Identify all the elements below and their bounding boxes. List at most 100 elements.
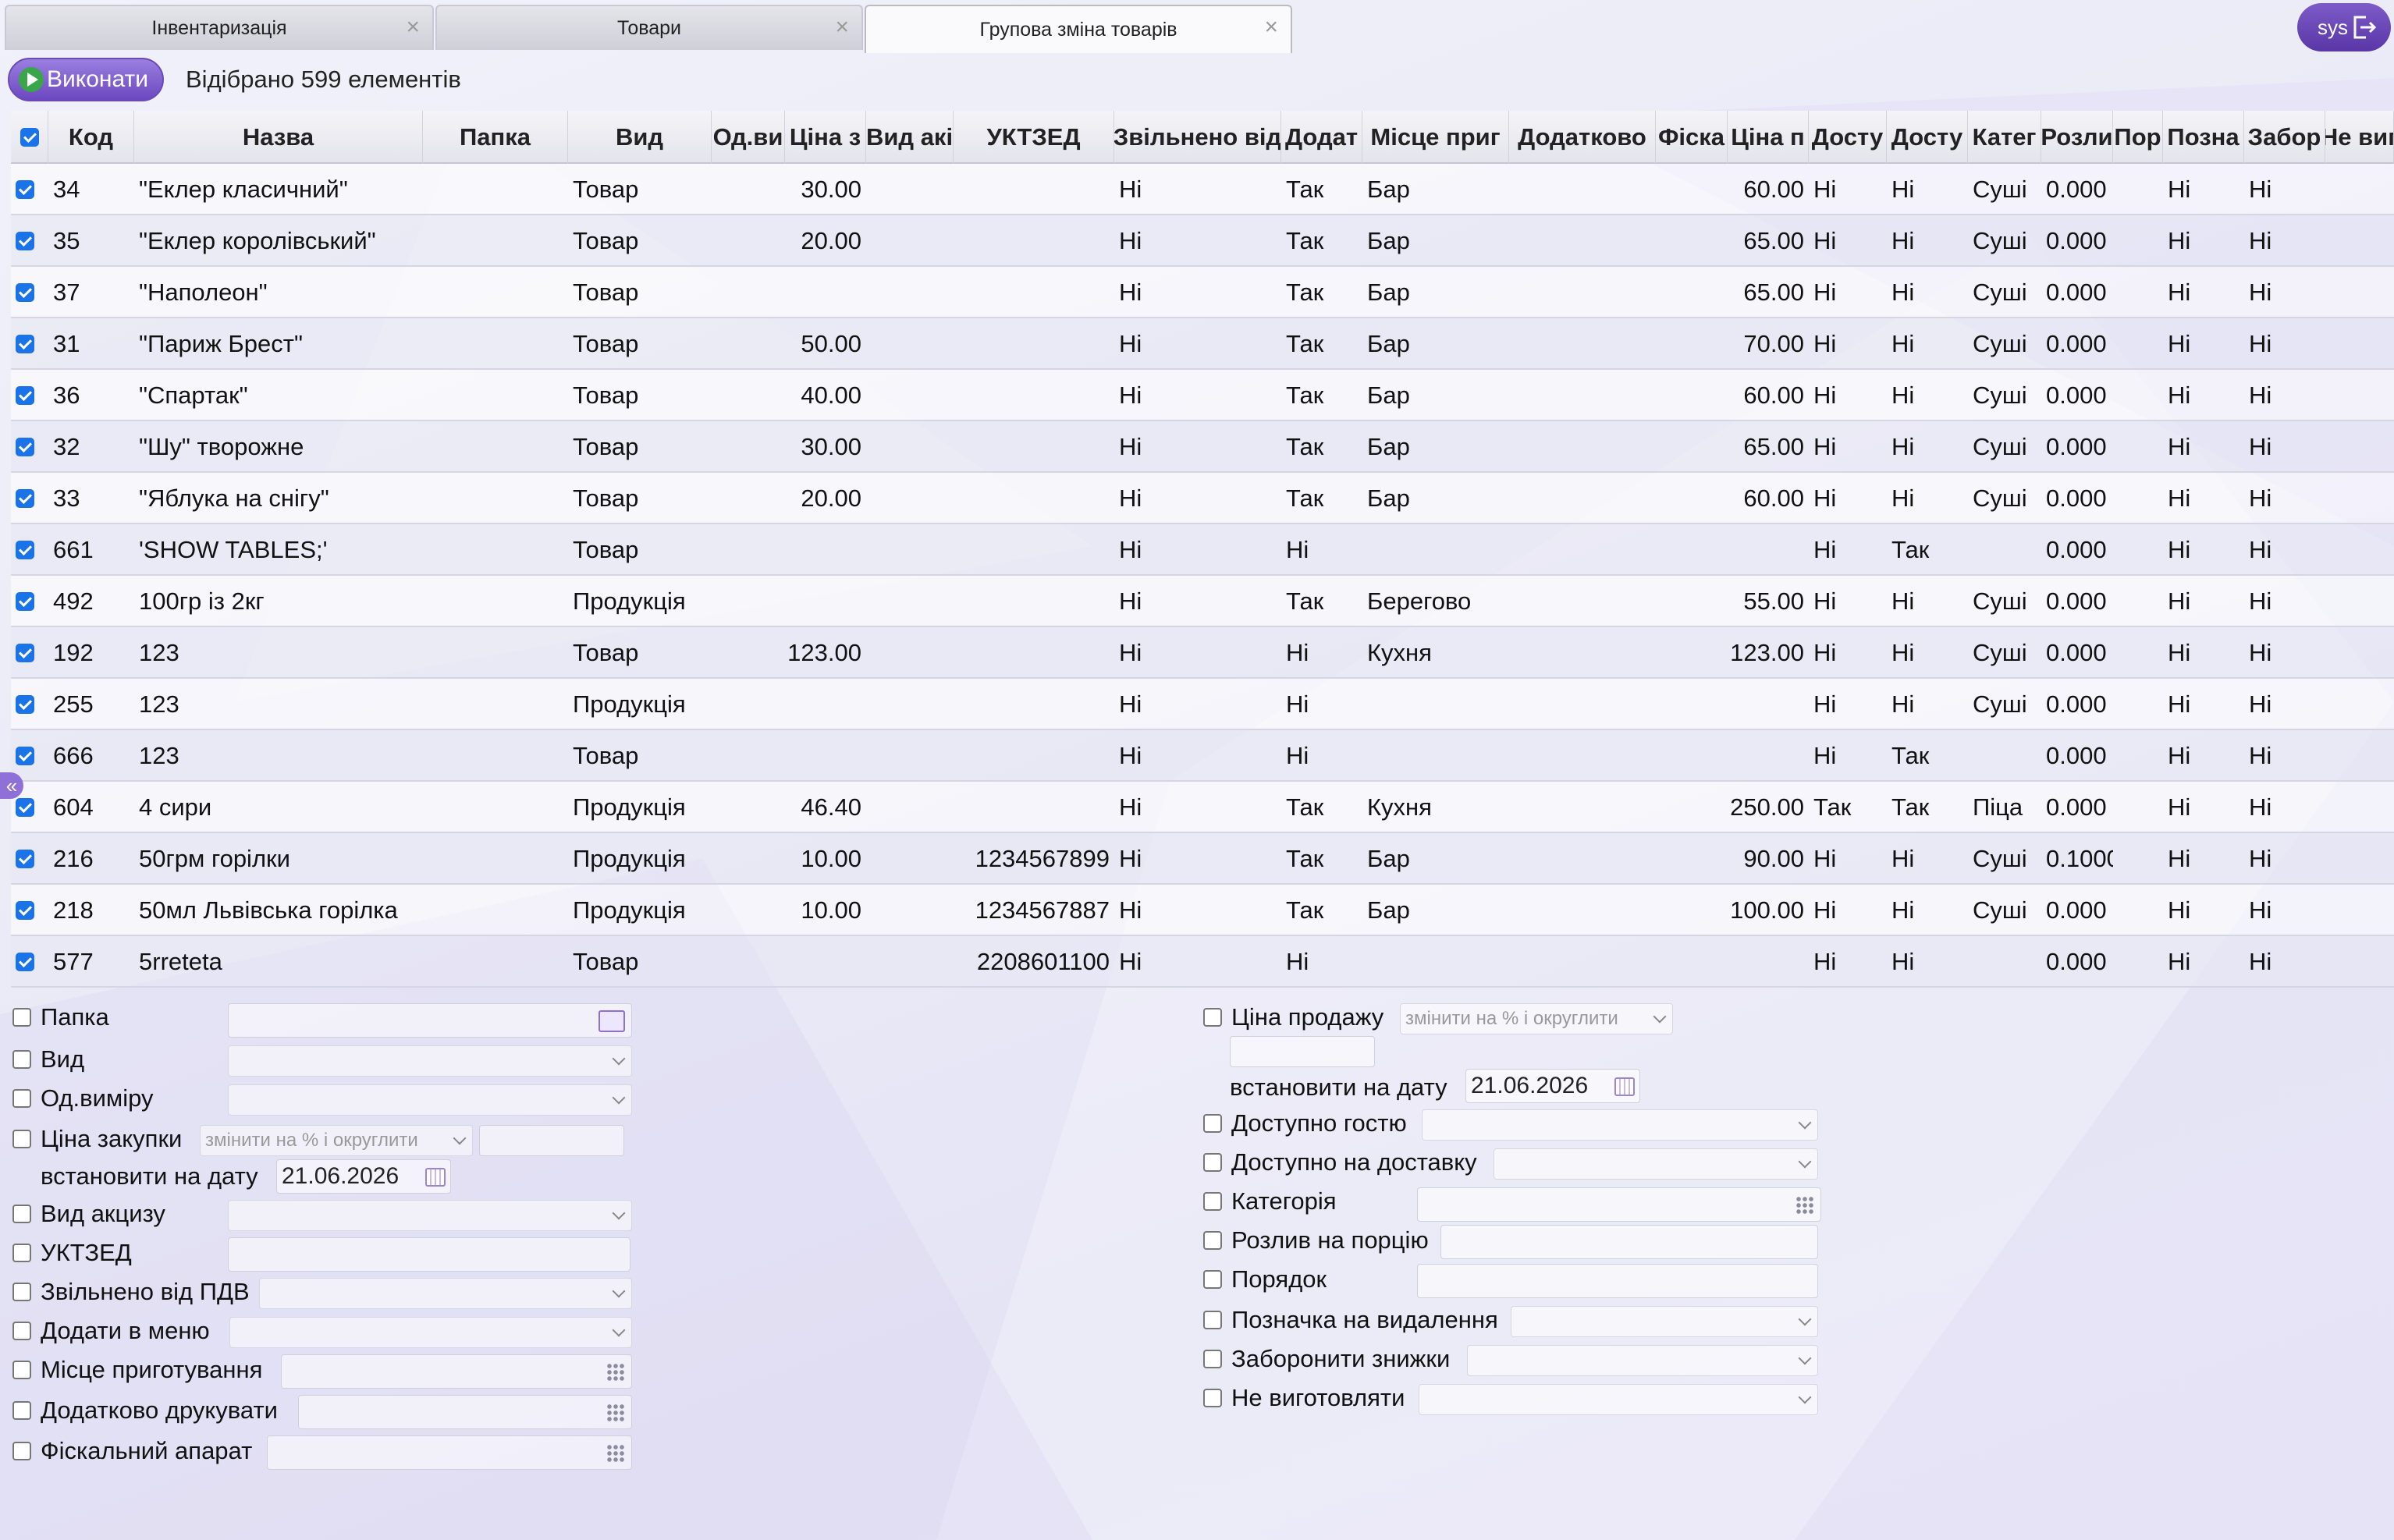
- delete-mark-label[interactable]: Позначка на видалення: [1203, 1303, 1498, 1337]
- no-discount-label[interactable]: Заборонити знижки: [1203, 1342, 1450, 1376]
- row-checkbox[interactable]: [11, 936, 48, 988]
- purchase-price-mode-select[interactable]: змінити на % і округлити: [200, 1125, 473, 1156]
- add-menu-label[interactable]: Додати в меню: [12, 1314, 210, 1348]
- folder-field-label[interactable]: Папка: [12, 1000, 109, 1034]
- checkbox-checked-icon[interactable]: [16, 592, 34, 611]
- column-header[interactable]: Катег: [1968, 111, 2041, 164]
- folder-input[interactable]: [228, 1003, 632, 1038]
- row-checkbox[interactable]: [11, 885, 48, 936]
- unit-select[interactable]: [228, 1084, 632, 1116]
- user-menu-button[interactable]: sys: [2297, 3, 2391, 51]
- checkbox[interactable]: [1203, 1270, 1222, 1289]
- checkbox-checked-icon[interactable]: [16, 335, 34, 353]
- excise-select[interactable]: [228, 1200, 632, 1231]
- checkbox-checked-icon[interactable]: [16, 644, 34, 662]
- table-row[interactable]: 577 5rreteta Товар 2208601100 Ні Ні Ні Ні 0.000 Н…: [11, 936, 2394, 988]
- column-header[interactable]: Пор: [2113, 111, 2163, 164]
- category-label[interactable]: Категорія: [1203, 1184, 1337, 1219]
- uktzed-label[interactable]: УКТЗЕД: [12, 1236, 132, 1270]
- column-header[interactable]: Назва: [134, 111, 423, 164]
- column-header[interactable]: Розли: [2041, 111, 2113, 164]
- checkbox-checked-icon[interactable]: [16, 283, 34, 302]
- column-header[interactable]: Вид: [568, 111, 712, 164]
- category-input[interactable]: [1417, 1187, 1821, 1222]
- checkbox[interactable]: [1203, 1114, 1222, 1133]
- fiscal-label[interactable]: Фіскальний апарат: [12, 1434, 252, 1468]
- tab-group-change[interactable]: Групова зміна товарів ×: [865, 5, 1292, 53]
- calendar-icon[interactable]: [1614, 1077, 1635, 1096]
- column-header[interactable]: Код: [48, 111, 134, 164]
- grid-select-icon[interactable]: [606, 1444, 625, 1463]
- column-header[interactable]: Місце приг: [1362, 111, 1509, 164]
- vat-exempt-label[interactable]: Звільнено від ПДВ: [12, 1275, 250, 1309]
- column-header[interactable]: Ціна з: [785, 111, 866, 164]
- table-row[interactable]: 216 50грм горілки Продукція 10.00 1234567899…: [11, 833, 2394, 885]
- table-row[interactable]: 32 "Шу" творожне Товар 30.00 Ні Так Бар 65.00 Ні…: [11, 421, 2394, 473]
- delete-mark-select[interactable]: [1511, 1306, 1818, 1337]
- checkbox[interactable]: [12, 1361, 31, 1379]
- checkbox-checked-icon[interactable]: [16, 180, 34, 199]
- column-header[interactable]: Вид акі: [866, 111, 954, 164]
- checkbox-checked-icon[interactable]: [16, 953, 34, 971]
- column-header[interactable]: УКТЗЕД: [954, 111, 1114, 164]
- column-header[interactable]: Фіска: [1656, 111, 1728, 164]
- calendar-icon[interactable]: [425, 1168, 446, 1187]
- cook-place-input[interactable]: [281, 1354, 632, 1389]
- fiscal-input[interactable]: [267, 1435, 632, 1470]
- checkbox[interactable]: [12, 1008, 31, 1027]
- column-header[interactable]: Папка: [423, 111, 568, 164]
- table-row[interactable]: 37 "Наполеон" Товар Ні Так Бар 65.00 Ні Ні Суші 0.…: [11, 267, 2394, 318]
- column-header[interactable]: Досту: [1887, 111, 1968, 164]
- checkbox[interactable]: [12, 1089, 31, 1108]
- checkbox-checked-icon[interactable]: [16, 798, 34, 817]
- checkbox[interactable]: [12, 1050, 31, 1069]
- purchase-price-input[interactable]: [479, 1125, 624, 1156]
- column-header[interactable]: Ціна п: [1728, 111, 1809, 164]
- checkbox-checked-icon[interactable]: [16, 695, 34, 714]
- sale-price-input[interactable]: [1230, 1036, 1375, 1067]
- close-icon[interactable]: ×: [1264, 16, 1278, 39]
- cook-place-label[interactable]: Місце приготування: [12, 1353, 262, 1387]
- unit-field-label[interactable]: Од.виміру: [12, 1081, 154, 1116]
- row-checkbox[interactable]: [11, 833, 48, 885]
- table-row[interactable]: 218 50мл Львівська горілка Продукція 10.00 1…: [11, 885, 2394, 936]
- table-row[interactable]: 36 "Спартак" Товар 40.00 Ні Так Бар 60.00 Ні Ні Су…: [11, 370, 2394, 421]
- purchase-date-input[interactable]: 21.06.2026: [276, 1159, 451, 1194]
- row-checkbox[interactable]: [11, 679, 48, 730]
- kind-select[interactable]: [228, 1045, 632, 1077]
- checkbox-checked-icon[interactable]: [16, 901, 34, 920]
- column-header[interactable]: Забор: [2244, 111, 2325, 164]
- vat-exempt-select[interactable]: [259, 1278, 632, 1309]
- checkbox[interactable]: [1203, 1192, 1222, 1211]
- grid-select-icon[interactable]: [606, 1403, 625, 1422]
- logout-icon[interactable]: [2350, 14, 2377, 41]
- row-checkbox[interactable]: [11, 421, 48, 473]
- row-checkbox[interactable]: [11, 627, 48, 679]
- row-checkbox[interactable]: [11, 473, 48, 524]
- no-cook-select[interactable]: [1419, 1384, 1818, 1415]
- checkbox[interactable]: [12, 1442, 31, 1460]
- checkbox[interactable]: [12, 1401, 31, 1420]
- checkbox-checked-icon[interactable]: [16, 438, 34, 456]
- column-header[interactable]: Додатково: [1509, 111, 1656, 164]
- checkbox[interactable]: [12, 1130, 31, 1148]
- portion-input[interactable]: [1440, 1225, 1818, 1259]
- row-checkbox[interactable]: [11, 318, 48, 370]
- row-checkbox[interactable]: [11, 524, 48, 576]
- row-checkbox[interactable]: [11, 215, 48, 267]
- checkbox[interactable]: [1203, 1311, 1222, 1329]
- delivery-select[interactable]: [1494, 1148, 1818, 1180]
- table-row[interactable]: 666 123 Товар Ні Ні Ні Так 0.000 Ні Ні: [11, 730, 2394, 782]
- checkbox[interactable]: [1203, 1231, 1222, 1250]
- guest-select[interactable]: [1422, 1109, 1818, 1141]
- table-row[interactable]: 604 4 сири Продукція 46.40 Ні Так Кухня 250.00 Т…: [11, 782, 2394, 833]
- column-header[interactable]: Додат: [1281, 111, 1362, 164]
- table-row[interactable]: 31 "Париж Брест" Товар 50.00 Ні Так Бар 70.00 Ні…: [11, 318, 2394, 370]
- run-button[interactable]: Виконати: [8, 58, 164, 101]
- checkbox[interactable]: [12, 1322, 31, 1340]
- row-checkbox[interactable]: [11, 164, 48, 215]
- tab-goods[interactable]: Товари ×: [435, 5, 863, 50]
- checkbox-checked-icon[interactable]: [20, 128, 39, 147]
- folder-icon[interactable]: [598, 1010, 625, 1032]
- checkbox-checked-icon[interactable]: [16, 747, 34, 765]
